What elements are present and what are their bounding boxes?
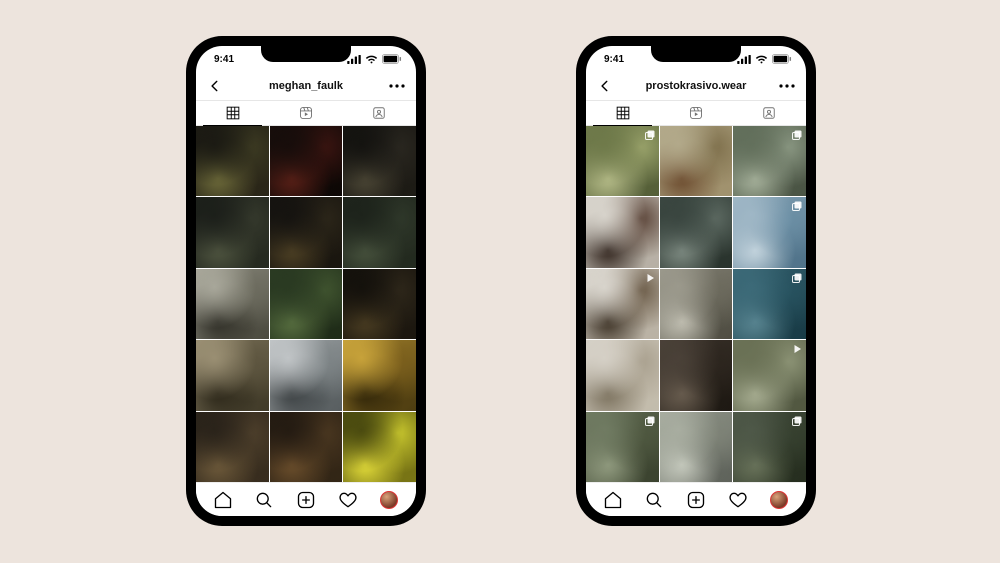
battery-icon: [382, 54, 402, 64]
grid-post[interactable]: [733, 126, 806, 196]
carousel-icon: [791, 272, 803, 284]
grid-post[interactable]: [270, 126, 343, 196]
grid-post[interactable]: [196, 269, 269, 339]
grid-post[interactable]: [733, 197, 806, 267]
nav-activity[interactable]: [337, 489, 359, 511]
carousel-icon: [644, 129, 656, 141]
grid-post[interactable]: [270, 412, 343, 482]
profile-navbar: meghan_faulk: [196, 72, 416, 100]
grid-post[interactable]: [343, 412, 416, 482]
bottom-nav: [196, 482, 416, 516]
notch: [651, 46, 741, 62]
profile-tabs: [196, 100, 416, 126]
nav-add-post[interactable]: [685, 489, 707, 511]
profile-navbar: prostokrasivo.wear: [586, 72, 806, 100]
phone-screen: 9:41 prostokrasivo.wear: [586, 46, 806, 516]
phone-frame: 9:41 meghan_faulk: [186, 36, 426, 526]
grid-post[interactable]: [343, 340, 416, 410]
tab-posts[interactable]: [196, 101, 269, 125]
grid-post[interactable]: [343, 197, 416, 267]
grid-post[interactable]: [733, 269, 806, 339]
nav-add-post[interactable]: [295, 489, 317, 511]
grid-post[interactable]: [733, 340, 806, 410]
grid-post[interactable]: [660, 126, 733, 196]
wifi-icon: [755, 55, 768, 64]
back-button[interactable]: [206, 77, 224, 95]
back-button[interactable]: [596, 77, 614, 95]
grid-post[interactable]: [270, 340, 343, 410]
grid-post[interactable]: [586, 126, 659, 196]
notch: [261, 46, 351, 62]
grid-post[interactable]: [586, 340, 659, 410]
nav-home[interactable]: [212, 489, 234, 511]
wifi-icon: [365, 55, 378, 64]
grid-post[interactable]: [270, 269, 343, 339]
post-grid[interactable]: [196, 126, 416, 482]
grid-post[interactable]: [196, 197, 269, 267]
nav-search[interactable]: [253, 489, 275, 511]
nav-search[interactable]: [643, 489, 665, 511]
profile-tabs: [586, 100, 806, 126]
phone-frame: 9:41 prostokrasivo.wear: [576, 36, 816, 526]
avatar: [380, 491, 398, 509]
nav-profile[interactable]: [378, 489, 400, 511]
status-time: 9:41: [604, 54, 624, 65]
grid-post[interactable]: [196, 412, 269, 482]
status-time: 9:41: [214, 54, 234, 65]
post-grid[interactable]: [586, 126, 806, 482]
more-options-button[interactable]: [388, 77, 406, 95]
tab-posts[interactable]: [586, 101, 659, 125]
tab-tagged[interactable]: [343, 101, 416, 125]
carousel-icon: [791, 415, 803, 427]
battery-icon: [772, 54, 792, 64]
grid-post[interactable]: [660, 412, 733, 482]
nav-profile[interactable]: [768, 489, 790, 511]
profile-username[interactable]: meghan_faulk: [269, 80, 343, 92]
grid-post[interactable]: [196, 126, 269, 196]
video-icon: [644, 272, 656, 284]
carousel-icon: [791, 129, 803, 141]
grid-post[interactable]: [196, 340, 269, 410]
tab-reels[interactable]: [269, 101, 342, 125]
video-icon: [791, 343, 803, 355]
grid-post[interactable]: [586, 412, 659, 482]
tab-reels[interactable]: [659, 101, 732, 125]
grid-post[interactable]: [586, 197, 659, 267]
grid-post[interactable]: [343, 269, 416, 339]
grid-post[interactable]: [343, 126, 416, 196]
grid-post[interactable]: [660, 269, 733, 339]
tab-tagged[interactable]: [733, 101, 806, 125]
avatar: [770, 491, 788, 509]
bottom-nav: [586, 482, 806, 516]
carousel-icon: [791, 200, 803, 212]
grid-post[interactable]: [733, 412, 806, 482]
phone-screen: 9:41 meghan_faulk: [196, 46, 416, 516]
grid-post[interactable]: [586, 269, 659, 339]
grid-post[interactable]: [660, 340, 733, 410]
nav-home[interactable]: [602, 489, 624, 511]
carousel-icon: [644, 415, 656, 427]
grid-post[interactable]: [660, 197, 733, 267]
profile-username[interactable]: prostokrasivo.wear: [646, 80, 747, 92]
nav-activity[interactable]: [727, 489, 749, 511]
grid-post[interactable]: [270, 197, 343, 267]
more-options-button[interactable]: [778, 77, 796, 95]
